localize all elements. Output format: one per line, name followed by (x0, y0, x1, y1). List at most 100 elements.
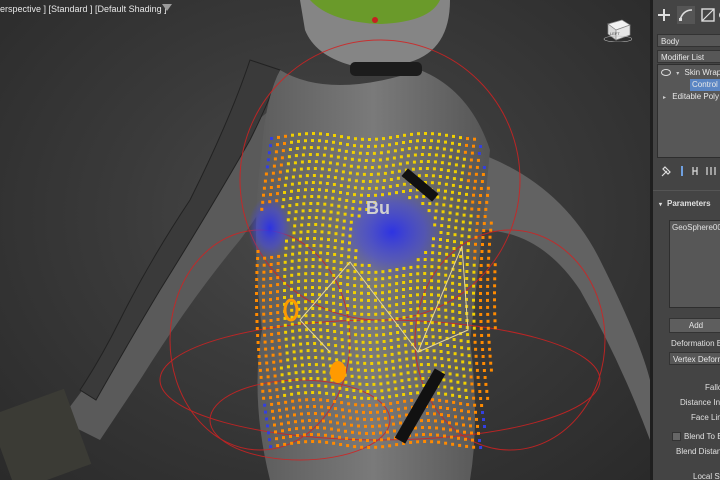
blend-to-base-checkbox[interactable] (672, 432, 681, 441)
weight-dot (393, 149, 397, 153)
weight-dot (399, 155, 403, 159)
weight-dot (474, 347, 478, 351)
weight-dot (340, 331, 344, 335)
weight-dot (438, 132, 441, 136)
weight-dot (330, 427, 333, 431)
weight-dot (283, 142, 286, 145)
curve-icon[interactable] (677, 6, 695, 24)
weight-dot (315, 419, 318, 423)
weight-dot (487, 333, 491, 337)
weight-dot (352, 389, 356, 392)
parameters-rollout-header[interactable]: ▾ Parameters (659, 199, 711, 208)
weight-dot (384, 416, 387, 420)
weight-dot (486, 291, 489, 295)
weight-dot (344, 205, 348, 209)
weight-dot (424, 251, 428, 254)
weight-dot (423, 440, 427, 443)
deformation-engine-dropdown[interactable]: Vertex Deform (669, 352, 720, 365)
weight-dot (345, 388, 349, 391)
weight-dot (388, 283, 392, 287)
pivot-point-orange (330, 361, 346, 383)
weight-dot (480, 404, 484, 407)
modifier-list-dropdown[interactable]: Modifier List (657, 50, 720, 63)
weight-dot (299, 349, 303, 353)
weight-dot (296, 434, 299, 437)
weight-dot (311, 265, 315, 268)
funnel-icon[interactable] (162, 4, 172, 11)
stack-item-editable-poly[interactable]: ▸ Editable Poly (658, 91, 720, 103)
weight-dot (388, 143, 391, 147)
weight-dot (473, 403, 477, 407)
weight-dot (402, 302, 406, 305)
weight-dot (319, 174, 323, 178)
weight-dot (375, 333, 379, 337)
weight-dot (416, 279, 420, 283)
weight-dot (290, 392, 294, 396)
weight-dot (429, 433, 432, 437)
weight-dot (338, 386, 342, 390)
weight-dot (479, 264, 483, 267)
weight-dot (416, 307, 420, 311)
pin-icon[interactable] (661, 166, 671, 177)
weight-dot (416, 258, 420, 262)
collapse-arrow-icon[interactable]: ▾ (659, 202, 662, 208)
weight-dot (465, 283, 469, 287)
weight-dot (448, 372, 452, 376)
viewport-label[interactable]: erspective ] [Standard ] [Default Shadin… (0, 4, 167, 14)
weight-dot (421, 202, 425, 205)
weight-dot (403, 133, 406, 137)
weight-dot (474, 354, 478, 358)
viewport[interactable]: Bu erspective ] [Standard ] [Default Sha… (0, 0, 650, 480)
eye-icon[interactable] (661, 69, 671, 77)
weight-dot (302, 426, 305, 430)
object-name-field[interactable]: Body (657, 34, 720, 47)
weight-dot (476, 424, 479, 428)
expand-arrow-icon[interactable]: ▸ (663, 95, 666, 101)
weight-dot (298, 328, 302, 332)
weight-dot (355, 172, 359, 176)
chest-logo-text: Bu (366, 198, 390, 218)
weight-dot (406, 154, 410, 158)
weight-dot (310, 433, 313, 436)
modifier-stack[interactable]: ▾ Skin Wrap Control v ▸ Editable Poly (657, 64, 720, 158)
weight-dot (479, 299, 482, 302)
weight-dot (347, 402, 351, 406)
add-button[interactable]: Add (669, 318, 720, 333)
weight-dot (432, 405, 435, 409)
weight-dot (354, 256, 358, 260)
weight-dot (377, 361, 381, 365)
weight-dot (299, 405, 302, 409)
weight-dot (381, 186, 385, 190)
weight-dot (465, 192, 468, 196)
weight-dot (271, 171, 275, 175)
expand-arrow-icon[interactable]: ▾ (676, 71, 679, 77)
weight-dot (359, 200, 363, 204)
viewcube-icon[interactable]: LEFT (602, 16, 632, 42)
weight-dot (269, 396, 273, 400)
weight-dot (276, 283, 280, 287)
weight-dot (381, 326, 385, 330)
weight-dot (327, 168, 331, 172)
weight-dot (466, 333, 470, 337)
hierarchy-icon[interactable] (699, 6, 717, 24)
weight-dot (322, 209, 326, 213)
stack-item-skin-wrap[interactable]: ▾ Skin Wrap (658, 67, 720, 79)
weight-dot (366, 390, 370, 393)
weight-dot (278, 408, 281, 412)
list-item[interactable]: GeoSphere001 (672, 223, 720, 232)
control-objects-list[interactable]: GeoSphere001 (669, 220, 720, 308)
weight-dot (361, 403, 365, 407)
plus-icon[interactable] (655, 6, 673, 24)
stack-item-control-vertices[interactable]: Control v (690, 79, 720, 91)
weight-dot (353, 186, 357, 190)
weight-dot (314, 363, 318, 367)
weight-dot (416, 265, 420, 269)
weight-dot (325, 440, 329, 444)
weight-dot (469, 158, 473, 162)
weight-dot (312, 244, 316, 247)
weight-dot (319, 251, 323, 255)
weight-dot (360, 193, 363, 197)
weight-dot (283, 274, 287, 278)
weight-dot (456, 205, 460, 209)
weight-dot (475, 361, 479, 365)
